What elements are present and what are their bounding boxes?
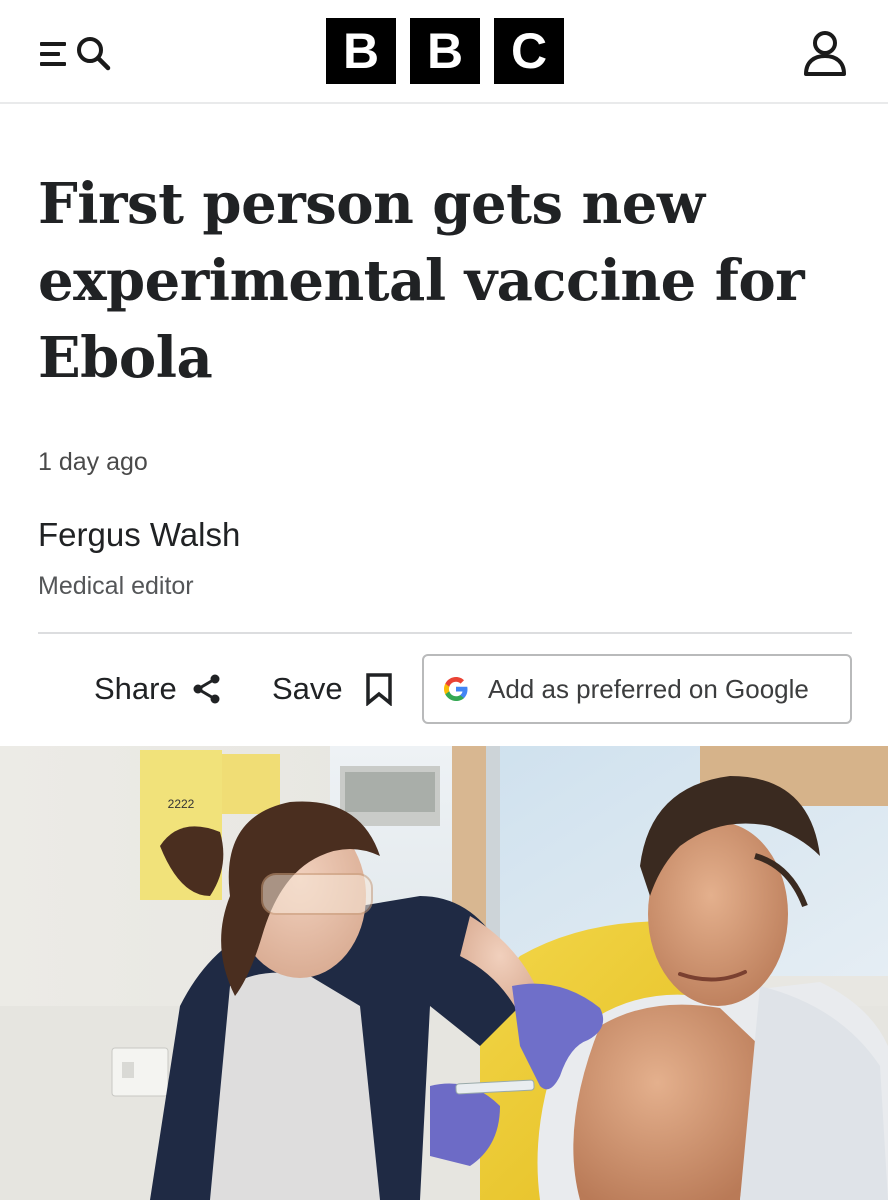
hamburger-menu-icon[interactable] [38, 38, 68, 68]
search-icon[interactable] [74, 34, 112, 72]
author-name[interactable]: Fergus Walsh [38, 516, 240, 554]
article-actions: Share Save Add as preferred on Google [0, 654, 888, 724]
vaccination-photo: 2222 [0, 746, 888, 1200]
article-timestamp: 1 day ago [38, 448, 148, 476]
user-account-icon[interactable] [798, 26, 852, 80]
share-button[interactable]: Share [94, 662, 223, 716]
google-button-label: Add as preferred on Google [488, 673, 809, 704]
bookmark-icon [365, 673, 392, 706]
menu-search-button[interactable] [38, 30, 130, 76]
author-role: Medical editor [38, 572, 194, 600]
logo-letter-c: C [494, 18, 564, 84]
share-label: Share [94, 671, 177, 706]
site-header: B B C [0, 0, 888, 104]
article-headline: First person gets new experimental vacci… [38, 171, 805, 391]
share-icon [193, 674, 220, 704]
byline-divider [38, 632, 852, 634]
logo-letter-b2: B [410, 18, 480, 84]
save-label: Save [272, 671, 343, 706]
sign-number: 2222 [168, 797, 195, 811]
article-photo[interactable]: 2222 [0, 746, 888, 1200]
google-g-icon [444, 677, 468, 701]
save-button[interactable]: Save [272, 662, 393, 716]
bbc-logo[interactable]: B B C [326, 18, 564, 84]
logo-letter-b1: B [326, 18, 396, 84]
add-preferred-google-button[interactable]: Add as preferred on Google [422, 654, 852, 724]
